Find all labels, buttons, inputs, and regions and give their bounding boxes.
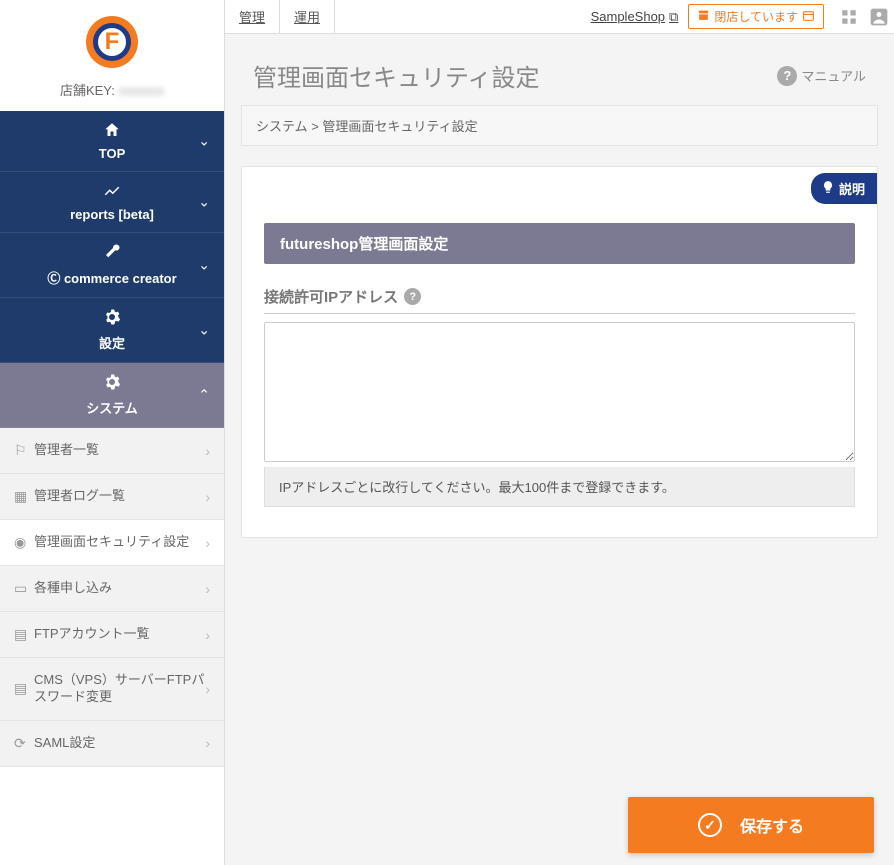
sidebar-item-admins[interactable]: ⚐ 管理者一覧 › [0, 428, 224, 474]
nav-group-reports[interactable]: reports [beta] ⌄ [0, 172, 224, 233]
topbar: 管理 運用 SampleShop ⧉ 閉店しています [225, 0, 894, 34]
save-button[interactable]: ✓ 保存する [628, 797, 874, 853]
status-badge[interactable]: 閉店しています [688, 4, 824, 29]
profile-icon[interactable] [864, 2, 894, 32]
sidebar-item-security[interactable]: ◉ 管理画面セキュリティ設定 › [0, 520, 224, 566]
sidebar-item-label: SAML設定 [34, 735, 210, 752]
wrench-icon [103, 243, 121, 264]
chevron-right-icon: › [205, 735, 210, 751]
manual-link[interactable]: ? マニュアル [777, 66, 866, 86]
main: 管理 運用 SampleShop ⧉ 閉店しています 管理画面セキュリティ設定 … [225, 0, 894, 865]
system-submenu: ⚐ 管理者一覧 › ▦ 管理者ログ一覧 › ◉ 管理画面セキュリティ設定 › ▭… [0, 428, 224, 767]
logo: F [0, 0, 224, 76]
gear-icon [103, 308, 121, 329]
apps-icon[interactable] [834, 2, 864, 32]
calendar-icon [802, 9, 815, 25]
chevron-down-icon: ⌄ [198, 194, 210, 211]
chevron-right-icon: › [205, 443, 210, 459]
help-icon[interactable]: ? [404, 288, 421, 305]
shop-link[interactable]: SampleShop ⧉ [591, 9, 679, 25]
ip-address-input[interactable] [264, 322, 855, 462]
nav-label: TOP [99, 146, 126, 161]
sidebar-item-label: 各種申し込み [34, 580, 210, 597]
settings-card: 説明 futureshop管理画面設定 接続許可IPアドレス ? IPアドレスご… [241, 166, 878, 538]
bulb-icon [821, 180, 835, 197]
ip-field-label: 接続許可IPアドレス ? [264, 286, 855, 314]
chevron-right-icon: › [205, 489, 210, 505]
tab-operation[interactable]: 運用 [280, 0, 335, 34]
sidebar-item-label: 管理者ログ一覧 [34, 488, 210, 505]
form-icon: ▭ [14, 580, 34, 597]
sidebar-item-adminlog[interactable]: ▦ 管理者ログ一覧 › [0, 474, 224, 520]
manual-label: マニュアル [801, 66, 866, 85]
sidebar-item-label: 管理画面セキュリティ設定 [34, 534, 210, 551]
nav-group-settings[interactable]: 設定 ⌄ [0, 298, 224, 363]
gear-icon [103, 373, 121, 394]
sidebar-item-apply[interactable]: ▭ 各種申し込み › [0, 566, 224, 612]
tab-manage[interactable]: 管理 [225, 0, 280, 34]
status-text: 閉店しています [714, 8, 798, 25]
chevron-down-icon: ⌄ [198, 322, 210, 339]
section-title: futureshop管理画面設定 [264, 223, 855, 264]
shield-icon: ◉ [14, 534, 34, 551]
refresh-icon: ⟳ [14, 735, 34, 752]
nav-label: reports [beta] [70, 207, 154, 222]
chevron-up-icon: ⌃ [198, 387, 210, 404]
nav-label: 設定 [99, 333, 125, 352]
store-icon [697, 9, 710, 25]
server-icon: ▤ [14, 680, 34, 697]
nav-label: Ⓒ commerce creator [47, 268, 176, 287]
shop-link-label: SampleShop [591, 9, 665, 24]
grid-icon: ▦ [14, 488, 34, 505]
page-title: 管理画面セキュリティ設定 [253, 58, 777, 93]
users-icon: ⚐ [14, 442, 34, 459]
field-label-text: 接続許可IPアドレス [264, 286, 398, 307]
chart-icon [103, 182, 121, 203]
sidebar-item-label: CMS（VPS）サーバーFTPパスワード変更 [34, 672, 210, 706]
shop-key-label: 店舗KEY: [60, 83, 115, 98]
question-icon: ? [777, 66, 797, 86]
chevron-right-icon: › [205, 627, 210, 643]
server-icon: ▤ [14, 626, 34, 643]
explain-button[interactable]: 説明 [811, 173, 877, 204]
chevron-right-icon: › [205, 581, 210, 597]
sidebar-item-saml[interactable]: ⟳ SAML設定 › [0, 721, 224, 767]
sidebar-item-ftp[interactable]: ▤ FTPアカウント一覧 › [0, 612, 224, 658]
ip-helper-text: IPアドレスごとに改行してください。最大100件まで登録できます。 [264, 467, 855, 507]
nav-group-commerce[interactable]: Ⓒ commerce creator ⌄ [0, 233, 224, 298]
nav-group-system[interactable]: システム ⌃ [0, 363, 224, 428]
sidebar-item-label: 管理者一覧 [34, 442, 210, 459]
home-icon [103, 121, 121, 142]
chevron-down-icon: ⌄ [198, 257, 210, 274]
shop-key-value: xxxxxxx [119, 83, 165, 98]
save-label: 保存する [740, 813, 804, 837]
nav-label: システム [86, 398, 138, 417]
external-link-icon: ⧉ [669, 9, 678, 25]
sidebar: F 店舗KEY: xxxxxxx TOP ⌄ reports [beta] ⌄ … [0, 0, 225, 865]
nav-group-top[interactable]: TOP ⌄ [0, 111, 224, 172]
page-header: 管理画面セキュリティ設定 ? マニュアル [225, 34, 894, 105]
check-icon: ✓ [698, 813, 722, 837]
sidebar-item-label: FTPアカウント一覧 [34, 626, 210, 643]
explain-label: 説明 [839, 179, 865, 198]
breadcrumb: システム > 管理画面セキュリティ設定 [241, 105, 878, 146]
chevron-right-icon: › [205, 535, 210, 551]
sidebar-item-cmsvps[interactable]: ▤ CMS（VPS）サーバーFTPパスワード変更 › [0, 658, 224, 721]
chevron-right-icon: › [205, 681, 210, 697]
shop-key: 店舗KEY: xxxxxxx [0, 76, 224, 111]
chevron-down-icon: ⌄ [198, 133, 210, 150]
